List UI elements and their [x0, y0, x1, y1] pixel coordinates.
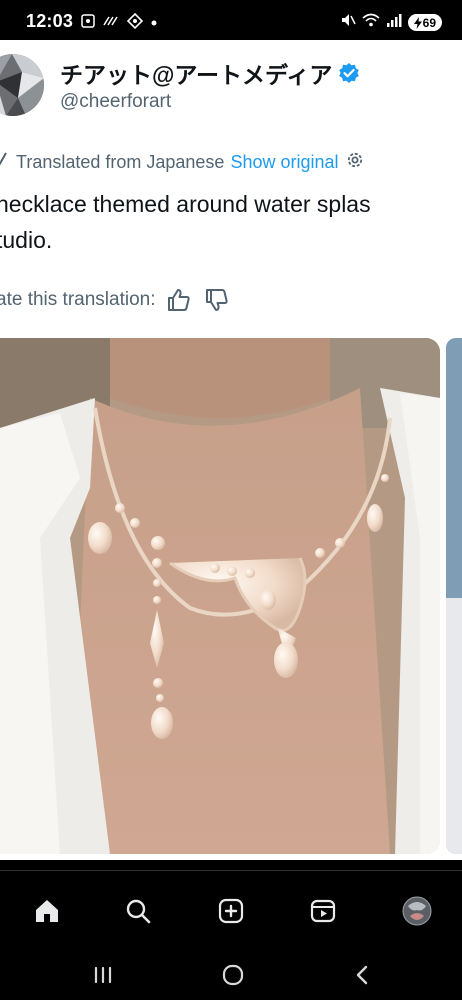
recent-apps-icon[interactable] [83, 960, 123, 990]
screenshot-icon [81, 13, 95, 30]
battery-icon: 69 [407, 14, 442, 31]
translated-label: Translated from Japanese [16, 152, 225, 172]
home-button-icon[interactable] [213, 960, 253, 990]
thumbs-up-icon[interactable] [165, 286, 193, 314]
status-right: 69 [340, 12, 442, 33]
signal-icon [386, 13, 402, 32]
tweet-text-line-1: necklace themed around water splas [0, 191, 371, 217]
handle[interactable]: @cheerforart [60, 91, 171, 113]
battery-level: 69 [422, 15, 436, 30]
translation-info: Translated from Japanese Show original [0, 150, 365, 175]
wifi-icon [362, 13, 380, 32]
tweet-detail: チアット@アートメディア @cheerforart Translated fro… [0, 40, 462, 860]
status-left: 12:03 [26, 11, 157, 32]
translate-icon [0, 151, 10, 174]
tweet-photo-secondary[interactable] [446, 338, 462, 854]
gear-icon[interactable] [345, 150, 365, 175]
wifi-calling-icon [103, 15, 119, 29]
rate-translation: ate this translation: [0, 286, 231, 314]
notification-dot-icon [151, 16, 157, 28]
vpn-icon [126, 12, 144, 31]
profile-avatar[interactable] [397, 891, 437, 931]
back-icon[interactable] [342, 960, 382, 990]
display-name-text: チアット@アートメディア [60, 62, 333, 88]
video-icon[interactable] [303, 891, 343, 931]
status-bar: 12:03 69 [0, 0, 462, 40]
show-original-link[interactable]: Show original [230, 152, 338, 173]
tweet-text-line-2: tudio. [0, 227, 53, 253]
rate-label: ate this translation: [0, 289, 156, 310]
bottom-nav [0, 870, 462, 949]
tweet-text: necklace themed around water splas tudio… [0, 186, 462, 258]
tweet-photo[interactable] [0, 338, 440, 854]
home-icon[interactable] [27, 891, 67, 931]
system-navigation-bar [0, 948, 462, 1000]
mute-icon [340, 12, 356, 33]
thumbs-down-icon[interactable] [203, 286, 231, 314]
status-time: 12:03 [26, 11, 74, 31]
search-icon[interactable] [118, 891, 158, 931]
display-name[interactable]: チアット@アートメディア [60, 56, 360, 90]
avatar[interactable] [0, 54, 44, 116]
compose-icon[interactable] [211, 891, 251, 931]
verified-badge-icon [338, 62, 360, 84]
